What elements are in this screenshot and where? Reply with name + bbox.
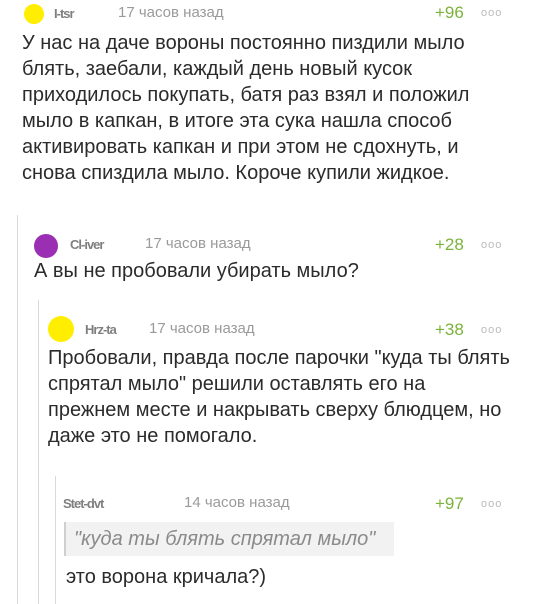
comment-text: У нас на даче вороны постоянно пиздили м… <box>22 32 470 184</box>
comment-time: 14 часов назад <box>184 494 290 511</box>
comment-3: Hrz-ta 17 часов назад +38 ооо Пробовали,… <box>0 312 538 462</box>
more-options-icon[interactable]: ооо <box>481 7 502 19</box>
more-options-icon[interactable]: ооо <box>481 498 502 510</box>
username[interactable]: Stet-dvt <box>63 496 104 511</box>
comment-rating: +28 <box>435 235 464 254</box>
comment-time: 17 часов назад <box>118 4 224 21</box>
username[interactable]: I-tsr <box>54 6 75 21</box>
username[interactable]: Cl-iver <box>70 237 104 252</box>
avatar[interactable] <box>24 4 44 24</box>
quote-block: "куда ты блять спрятал мыло" <box>64 522 394 556</box>
comment-rating: +38 <box>435 320 464 339</box>
comment-1: I-tsr 17 часов назад +96 ооо У нас на да… <box>0 0 538 205</box>
comment-4: Stet-dvt 14 часов назад +97 ооо "куда ты… <box>0 488 538 604</box>
comment-rating: +96 <box>435 3 464 22</box>
avatar[interactable] <box>48 316 74 342</box>
comment-2: Cl-iver 17 часов назад +28 ооо А вы не п… <box>0 228 538 298</box>
comment-rating: +97 <box>435 494 464 513</box>
more-options-icon[interactable]: ооо <box>481 239 502 251</box>
comment-time: 17 часов назад <box>149 320 255 337</box>
comment-time: 17 часов назад <box>145 235 251 252</box>
comment-text: это ворона кричала?) <box>66 566 267 588</box>
more-options-icon[interactable]: ооо <box>481 324 502 336</box>
comment-text: А вы не пробовали убирать мыло? <box>34 260 359 282</box>
username[interactable]: Hrz-ta <box>85 322 117 337</box>
comment-text: Пробовали, правда после парочки "куда ты… <box>48 347 510 447</box>
avatar[interactable] <box>34 234 58 258</box>
